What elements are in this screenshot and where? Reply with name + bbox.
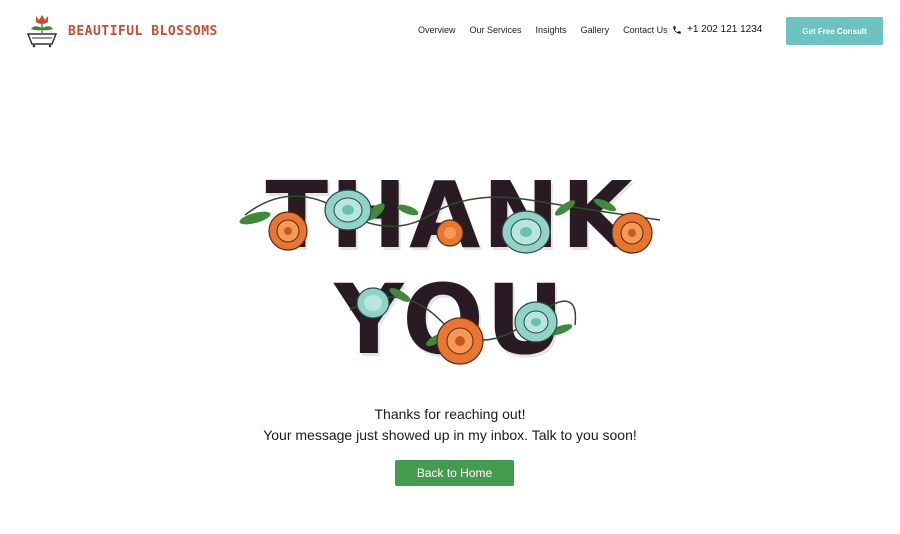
nav-item-our-services[interactable]: Our Services <box>470 25 522 35</box>
tulip-basket-icon <box>26 15 58 48</box>
thank-you-message-line-2: Your message just showed up in my inbox.… <box>263 427 637 443</box>
thank-you-hero: THANK YOU <box>230 160 670 390</box>
phone-icon <box>673 25 681 34</box>
back-to-home-button[interactable]: Back to Home <box>395 460 514 486</box>
nav-item-gallery[interactable]: Gallery <box>581 25 610 35</box>
thank-you-message-line-1: Thanks for reaching out! <box>374 406 526 422</box>
orange-peony-icon <box>268 211 308 251</box>
nav-item-insights[interactable]: Insights <box>536 25 567 35</box>
main-nav: Overview Our Services Insights Gallery C… <box>418 25 682 35</box>
nav-item-overview[interactable]: Overview <box>418 25 456 35</box>
orange-peony-icon <box>436 317 484 365</box>
teal-peony-icon <box>501 210 551 254</box>
teal-peony-icon <box>324 189 372 231</box>
orange-peony-icon <box>611 212 653 254</box>
phone-number: +1 202 121 1234 <box>687 24 763 35</box>
nav-item-contact-us[interactable]: Contact Us <box>623 25 668 35</box>
brand-name: BEAUTIFUL BLOSSOMS <box>68 23 218 39</box>
teal-peony-icon <box>356 287 390 319</box>
get-free-consult-button[interactable]: Get Free Consult <box>786 17 883 45</box>
site-header: BEAUTIFUL BLOSSOMS Overview Our Services… <box>0 0 900 62</box>
phone-link[interactable]: +1 202 121 1234 <box>672 24 762 35</box>
teal-peony-icon <box>514 301 558 343</box>
orange-peony-icon <box>436 219 464 247</box>
brand-logo[interactable]: BEAUTIFUL BLOSSOMS <box>22 14 218 48</box>
